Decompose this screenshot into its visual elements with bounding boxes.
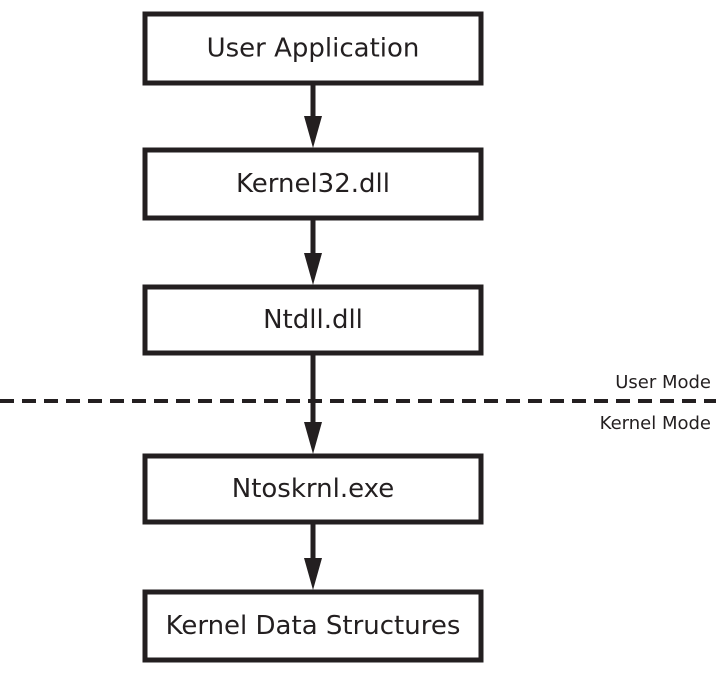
arrow-ntdll-to-ntoskrnl bbox=[304, 353, 322, 454]
arrow-user-application-to-kernel32 bbox=[304, 83, 322, 148]
node-label: User Application bbox=[207, 34, 420, 64]
arrow-ntoskrnl-to-kernel-data-structures bbox=[304, 522, 322, 590]
arrow-kernel32-to-ntdll bbox=[304, 218, 322, 285]
arrowhead-icon bbox=[304, 116, 322, 148]
arrowhead-icon bbox=[304, 253, 322, 285]
node-ntdll: Ntdll.dll bbox=[142, 284, 484, 356]
node-ntoskrnl: Ntoskrnl.exe bbox=[142, 453, 484, 525]
user-mode-label: User Mode bbox=[615, 372, 711, 393]
node-label: Kernel32.dll bbox=[236, 169, 390, 199]
node-kernel32: Kernel32.dll bbox=[142, 147, 484, 221]
node-kernel-data-structures: Kernel Data Structures bbox=[142, 589, 484, 663]
node-label: Kernel Data Structures bbox=[166, 611, 461, 641]
arrowhead-icon bbox=[304, 422, 322, 454]
diagram-canvas: User Mode Kernel Mode User Application Ke… bbox=[0, 11, 716, 663]
arrowhead-icon bbox=[304, 558, 322, 590]
node-label: Ntoskrnl.exe bbox=[232, 474, 394, 504]
node-user-application: User Application bbox=[142, 11, 484, 86]
node-label: Ntdll.dll bbox=[263, 305, 363, 335]
kernel-mode-label: Kernel Mode bbox=[600, 413, 711, 434]
